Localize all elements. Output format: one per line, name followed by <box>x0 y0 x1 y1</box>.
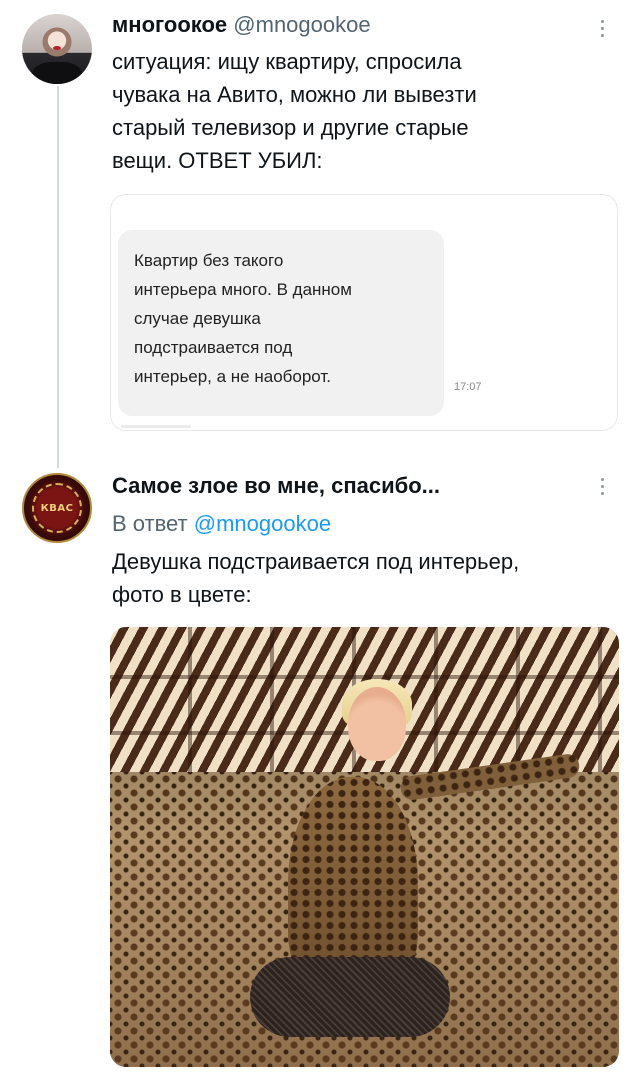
reply-prefix: В ответ <box>112 511 188 536</box>
reply-mention-link[interactable]: @mnogookoe <box>194 511 331 536</box>
avatar-lips <box>53 46 61 50</box>
author-name[interactable]: Самое злое во мне, спасибо... <box>112 473 440 498</box>
tweet-text: ситуация: ищу квартиру, спросила чувака … <box>112 49 477 173</box>
photo-woman-legs <box>250 957 450 1037</box>
tweet-header: Самое злое во мне, спасибо... <box>112 473 440 499</box>
chat-message-text: Квартир без такого интерьера много. В да… <box>134 251 352 386</box>
avatar-logo-text: КВАС <box>40 503 74 514</box>
chat-scroll-indicator <box>121 425 191 428</box>
author-name[interactable]: многоокое <box>112 12 227 37</box>
more-options-icon[interactable] <box>600 478 604 500</box>
attached-screenshot[interactable]: Квартир без такого интерьера много. В да… <box>110 194 618 431</box>
avatar[interactable]: КВАС <box>22 473 92 543</box>
thread-connector <box>57 86 59 468</box>
tweet-text: Девушка подстраивается под интерьер, фот… <box>112 549 520 607</box>
photo-woman-face <box>348 687 406 761</box>
avatar[interactable] <box>22 14 92 84</box>
chat-message-time: 17:07 <box>454 381 482 393</box>
attached-photo[interactable] <box>110 627 619 1067</box>
author-handle[interactable]: @mnogookoe <box>233 12 370 37</box>
more-options-icon[interactable] <box>600 20 604 42</box>
reply-context: В ответ @mnogookoe <box>112 509 331 539</box>
tweet-header: многоокое @mnogookoe <box>112 12 371 38</box>
avatar-shirt <box>32 62 82 84</box>
chat-message-bubble: Квартир без такого интерьера много. В да… <box>118 230 444 416</box>
